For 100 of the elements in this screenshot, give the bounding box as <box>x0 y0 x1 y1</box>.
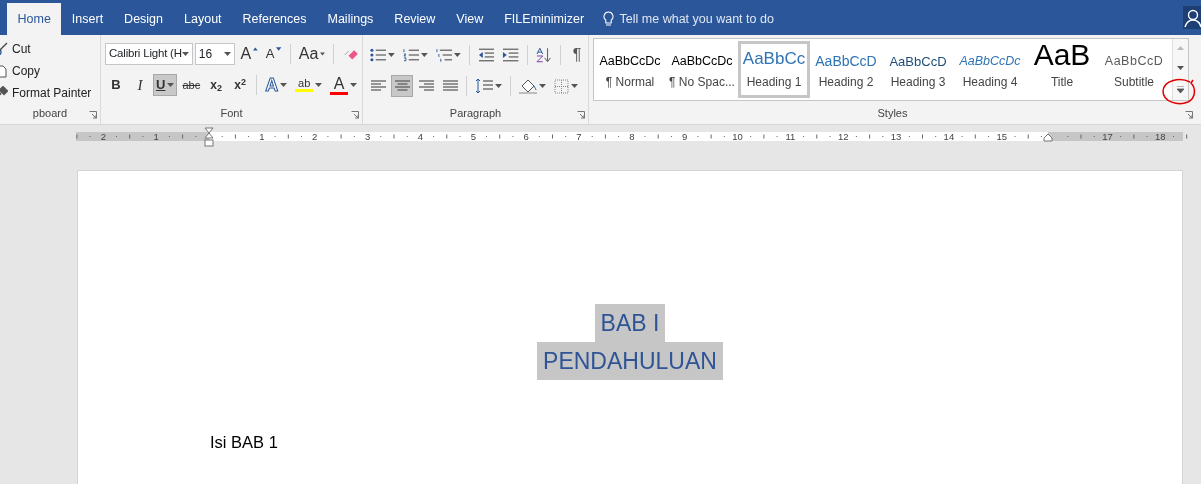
justify-icon <box>442 80 458 92</box>
ribbon-tab[interactable]: Review <box>383 3 446 35</box>
bold-button[interactable]: B <box>105 74 127 96</box>
ribbon-tab[interactable]: Insert <box>61 3 114 35</box>
ruler-number: 1 <box>259 131 265 143</box>
ruler-number: 17 <box>1102 131 1113 143</box>
ribbon-tab[interactable]: Mailings <box>317 3 384 35</box>
dialog-launcher-icon <box>89 111 97 119</box>
cut-button[interactable]: Cut <box>0 38 31 60</box>
caret-icon <box>454 53 462 57</box>
show-marks-button[interactable]: ¶ <box>566 44 589 66</box>
chevron-down-icon <box>1177 66 1184 73</box>
paint-bucket-icon <box>519 78 537 94</box>
style-item[interactable]: AaBbCcDc ¶ Normal <box>594 41 666 98</box>
style-item[interactable]: AaBbCcDc Heading 4 <box>954 41 1026 98</box>
right-indent-marker[interactable] <box>1043 133 1053 142</box>
caret-icon <box>421 53 429 57</box>
align-left-icon <box>370 80 386 92</box>
dialog-launcher-icon <box>1185 111 1193 119</box>
dialog-launcher-icon <box>577 111 585 119</box>
style-item[interactable]: AaBbCcD Subtitle <box>1098 41 1170 98</box>
caret-icon <box>571 84 578 88</box>
caret-icon <box>280 83 288 87</box>
font-name-field[interactable]: Calibri Light (H <box>105 43 193 65</box>
heading-text: BAB I <box>594 304 666 342</box>
style-item[interactable]: AaB Title <box>1026 41 1098 98</box>
font-size-field[interactable]: 16 <box>194 43 236 65</box>
caret-icon <box>495 84 502 88</box>
ruler-number: 3 <box>364 131 371 143</box>
style-item[interactable]: AaBbCcDc ¶ No Spac... <box>666 41 738 98</box>
group-label: Styles <box>877 106 908 121</box>
align-center-icon <box>394 80 410 92</box>
ribbon-tab[interactable]: FILEminimizer <box>493 3 595 35</box>
caret-icon <box>224 52 232 56</box>
ruler-number: 2 <box>100 131 106 143</box>
italic-button[interactable]: I <box>129 74 151 96</box>
numbered-list-icon <box>403 48 420 62</box>
bullet-list-icon <box>370 48 387 62</box>
change-case-button[interactable]: Aa <box>295 43 329 65</box>
caret-icon <box>539 84 546 88</box>
ruler-number: 6 <box>523 131 529 143</box>
tell-me-search[interactable]: Tell me what you want to do <box>602 3 774 35</box>
borders-icon <box>554 78 569 94</box>
scroll-down-button[interactable] <box>1173 59 1188 80</box>
ribbon-tab[interactable]: Home <box>7 3 62 35</box>
heading-text: PENDAHULUAN <box>537 342 723 380</box>
line-spacing-icon <box>475 78 493 94</box>
shrink-font-button[interactable]: A <box>262 43 285 65</box>
caret-icon <box>350 83 358 87</box>
ruler-number: 10 <box>732 131 743 143</box>
indent-marker[interactable] <box>204 127 214 139</box>
font-color-button[interactable]: A <box>327 74 361 96</box>
ribbon-tab[interactable]: View <box>445 3 494 35</box>
align-center-button[interactable] <box>391 75 413 97</box>
body-text: Isi BAB 1 <box>210 432 279 453</box>
ruler-number: 2 <box>312 131 318 143</box>
ribbon-tab[interactable]: Design <box>113 3 174 35</box>
grow-font-button[interactable]: A <box>237 43 261 65</box>
superscript-button[interactable]: x$^{2}$ <box>229 74 252 96</box>
ruler-number: 13 <box>890 131 902 143</box>
ruler-number: 12 <box>837 131 849 143</box>
ruler-number: 1 <box>153 131 159 143</box>
ruler-number: 14 <box>943 131 955 143</box>
ruler-number: 9 <box>682 131 688 143</box>
ruler-number: 5 <box>470 131 476 143</box>
decrease-indent-icon <box>478 48 495 62</box>
dialog-launcher-icon <box>351 111 359 119</box>
style-item[interactable]: AaBbCcD Heading 3 <box>882 41 954 98</box>
ruler-number: 15 <box>996 131 1008 143</box>
caret-icon <box>388 53 395 57</box>
subscript-button[interactable]: x$_{2}$ <box>205 74 228 96</box>
style-item[interactable]: AaBbCc Heading 1 <box>738 41 810 98</box>
sort-icon <box>535 47 553 63</box>
left-indent-marker[interactable] <box>204 139 214 147</box>
underline-button[interactable]: U <box>153 74 178 96</box>
caret-icon <box>315 83 323 87</box>
copy-button[interactable]: Copy <box>0 60 40 82</box>
ribbon-tab[interactable]: References <box>232 3 317 35</box>
caret-icon <box>181 52 189 56</box>
multilevel-list-icon <box>436 48 453 62</box>
highlight-button[interactable]: ab <box>292 74 326 96</box>
caret-icon <box>167 83 175 87</box>
expand-icon <box>1177 86 1184 94</box>
strikethrough-button[interactable]: abc <box>179 74 204 96</box>
group-label: pboard <box>32 106 68 121</box>
group-label: Paragraph <box>449 106 502 121</box>
ruler-number: 11 <box>785 131 796 143</box>
format-painter-button[interactable]: Format Painter <box>0 82 92 104</box>
triangle-icon <box>276 47 282 51</box>
ruler-number: 4 <box>417 131 424 143</box>
align-right-icon <box>418 80 434 92</box>
chevron-up-icon <box>1177 45 1184 53</box>
ribbon-tab[interactable]: Layout <box>173 3 233 35</box>
lightbulb-icon <box>602 11 614 27</box>
account-icon[interactable] <box>1183 6 1201 29</box>
increase-indent-icon <box>502 48 519 62</box>
group-label: Font <box>220 106 243 121</box>
style-item[interactable]: AaBbCcD Heading 2 <box>810 41 882 98</box>
ruler-number: 7 <box>576 131 582 143</box>
caret-icon <box>320 52 326 56</box>
